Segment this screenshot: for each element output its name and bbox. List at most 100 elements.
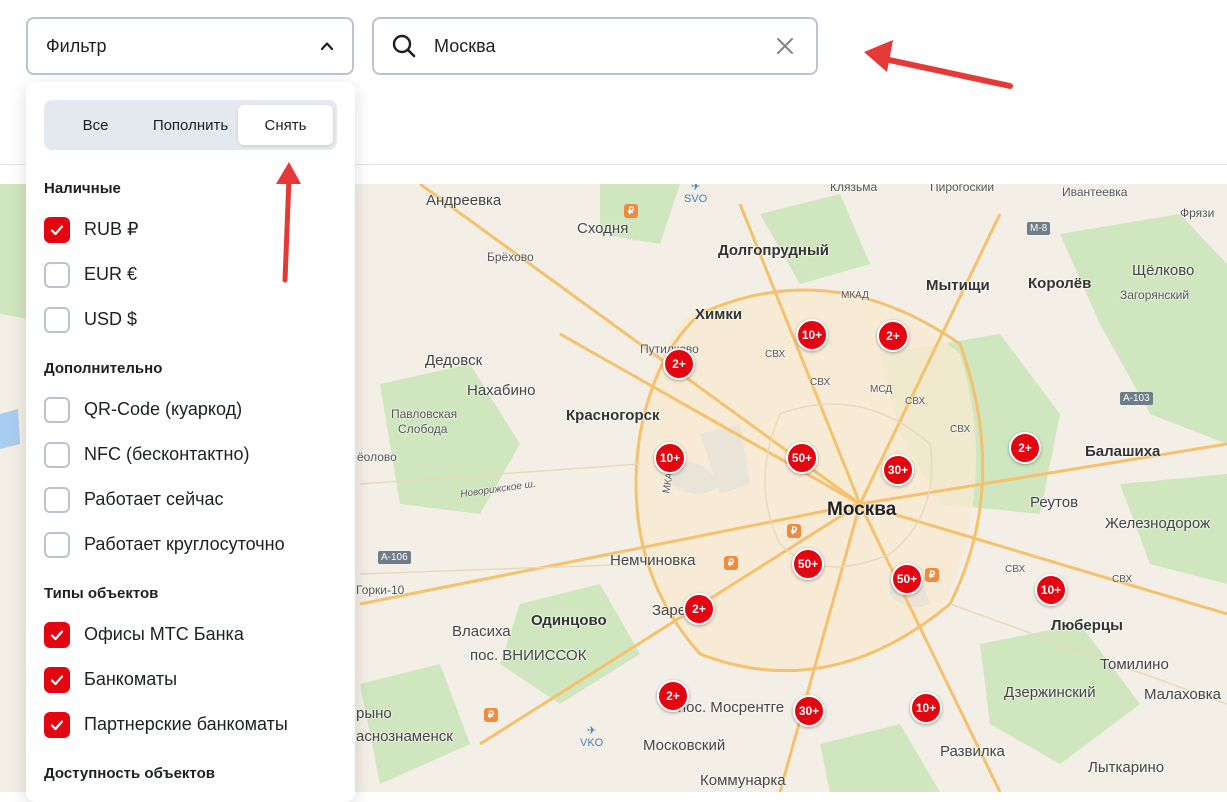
ruble-pin[interactable]: ₽ <box>724 556 738 570</box>
segment-all[interactable]: Все <box>48 105 143 145</box>
checkbox-box[interactable] <box>44 306 70 333</box>
ruble-pin[interactable]: ₽ <box>925 568 939 582</box>
segment-withdraw[interactable]: Снять <box>238 105 333 145</box>
map-label-shchelkovo: Щёлково <box>1132 262 1195 279</box>
map-label-pavlovskaya: Павловская <box>391 407 458 421</box>
map-cluster[interactable]: 10+ <box>910 692 942 724</box>
map-label-ryno: рыно <box>356 705 392 722</box>
checkbox-box[interactable] <box>44 621 70 648</box>
map-label-krasnoznamensk: аснознаменск <box>356 728 453 745</box>
airport-vko: ✈ VKO <box>580 724 603 749</box>
checkbox-label: NFC (бесконтактно) <box>84 444 250 464</box>
map-cluster[interactable]: 2+ <box>657 680 689 712</box>
checkbox-label: USD $ <box>84 309 138 329</box>
map-cluster[interactable]: 10+ <box>654 442 686 474</box>
search-icon <box>392 34 416 58</box>
map-cluster[interactable]: 30+ <box>882 454 914 486</box>
operation-segmented-control: Все Пополнить Снять <box>44 100 337 150</box>
map-label-reutov: Реутов <box>1030 494 1079 511</box>
map-label-dzerzhinsky: Дзержинский <box>1004 684 1096 701</box>
section-title-cash: Наличные <box>44 180 121 197</box>
map-label-odintsovo: Одинцово <box>531 612 607 629</box>
checkbox-box[interactable] <box>44 486 70 513</box>
checkbox-open-now[interactable]: Работает сейчас <box>44 477 337 522</box>
airplane-icon: ✈ <box>587 725 597 737</box>
checkbox-24h[interactable]: Работает круглосуточно <box>44 522 337 567</box>
map-label-vlasikha: Власиха <box>452 623 511 640</box>
map-label-moskva: Москва <box>827 499 897 520</box>
checkbox-label: QR-Code (куаркод) <box>84 399 243 419</box>
ruble-pin[interactable]: ₽ <box>787 524 801 538</box>
checkbox-box[interactable] <box>44 441 70 468</box>
checkbox-box[interactable] <box>44 711 70 738</box>
map-label-svh-5: СВХ <box>1112 574 1133 585</box>
checkbox-box[interactable] <box>44 531 70 558</box>
map-cluster[interactable]: 2+ <box>683 593 715 625</box>
map-label-sloboda: Слобода <box>398 422 448 436</box>
check-icon <box>50 719 64 730</box>
ruble-pin[interactable]: ₽ <box>484 708 498 722</box>
map-label-malakhovka: Малаховка <box>1144 686 1221 703</box>
checkbox-nfc[interactable]: NFC (бесконтактно) <box>44 432 337 477</box>
map-label-svh-2: СВХ <box>765 349 786 360</box>
map-label-vniissok: пос. ВНИИССОК <box>470 647 587 664</box>
map-label-pirogovsky: Пирогоский <box>930 184 995 194</box>
check-icon <box>50 224 64 235</box>
checkbox-box[interactable] <box>44 261 70 288</box>
map-label-seolovo: ёолово <box>357 450 397 464</box>
map-label-klyazma: Клязьма <box>830 184 878 194</box>
map-label-mosrentgen: пос. Мосрентге <box>678 699 785 716</box>
map-cluster[interactable]: 50+ <box>891 563 923 595</box>
checkbox-box[interactable] <box>44 396 70 423</box>
ruble-pin[interactable]: ₽ <box>624 204 638 218</box>
checkbox-partner-atms[interactable]: Партнерские банкоматы <box>44 702 337 747</box>
checkbox-box[interactable] <box>44 216 70 243</box>
checkbox-qr-code[interactable]: QR-Code (куаркод) <box>44 387 337 432</box>
checkbox-label: EUR € <box>84 264 138 284</box>
map-cluster[interactable]: 50+ <box>786 442 818 474</box>
map-cluster[interactable]: 2+ <box>1009 432 1041 464</box>
search-box <box>372 17 818 75</box>
checkbox-atms[interactable]: Банкоматы <box>44 657 337 702</box>
map-label-balashikha: Балашиха <box>1085 443 1161 460</box>
map-label-korolev: Королёв <box>1028 275 1092 292</box>
map-label-dolgoprudny: Долгопрудный <box>718 242 830 259</box>
checkbox-box[interactable] <box>44 666 70 693</box>
filter-label: Фильтр <box>46 35 107 56</box>
map-label-nemchinovka: Немчиновка <box>610 552 696 569</box>
map-cluster[interactable]: 2+ <box>663 348 695 380</box>
checkbox-usd[interactable]: USD $ <box>44 297 337 342</box>
checkbox-mts-offices[interactable]: Офисы МТС Банка <box>44 612 337 657</box>
map-label-svh-4: СВХ <box>1005 564 1026 575</box>
checkbox-label: Работает сейчас <box>84 489 224 509</box>
map-label-svh-3: СВХ <box>950 424 971 435</box>
map-cluster[interactable]: 2+ <box>877 320 909 352</box>
clear-search-button[interactable] <box>774 35 796 57</box>
search-input[interactable] <box>432 34 774 58</box>
section-title-extra: Дополнительно <box>44 360 163 377</box>
map-cluster[interactable]: 10+ <box>1035 574 1067 606</box>
map-label-andreevka: Андреевка <box>426 192 502 209</box>
checkbox-label: RUB ₽ <box>84 219 139 239</box>
map-cluster[interactable]: 10+ <box>796 319 828 351</box>
map-cluster[interactable]: 30+ <box>793 695 825 727</box>
map-label-moskovsky: Московский <box>643 737 726 754</box>
check-icon <box>50 629 64 640</box>
map-label-mcd: МСД <box>870 384 893 395</box>
highway-m8: М-8 <box>1027 222 1051 235</box>
map-cluster[interactable]: 50+ <box>792 548 824 580</box>
section-title-object-types: Типы объектов <box>44 585 159 602</box>
airport-vko-label: VKO <box>580 737 604 749</box>
checkbox-eur[interactable]: EUR € <box>44 252 337 297</box>
airplane-icon: ✈ <box>691 184 701 193</box>
filter-dropdown-button[interactable]: Фильтр <box>26 17 354 75</box>
segment-deposit[interactable]: Пополнить <box>143 105 238 145</box>
checkbox-rub[interactable]: RUB ₽ <box>44 207 337 252</box>
airport-svo-label: SVO <box>684 193 708 205</box>
filter-panel: Все Пополнить Снять Наличные RUB ₽ EUR €… <box>26 82 355 802</box>
checkbox-label: Работает круглосуточно <box>84 534 285 554</box>
map-label-shodnya: Сходня <box>577 220 629 237</box>
map-label-lyubertsy: Люберцы <box>1051 617 1123 634</box>
map-label-khimki: Химки <box>695 306 743 323</box>
map-label-zheleznodorozhny: Железнодорож <box>1105 515 1211 532</box>
